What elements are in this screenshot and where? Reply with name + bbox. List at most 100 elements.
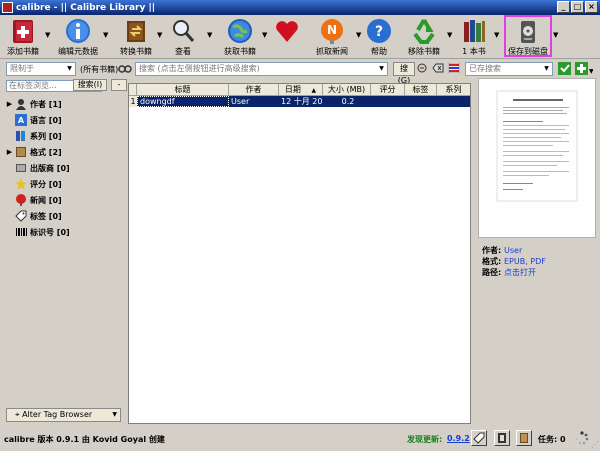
donate-button[interactable]: [272, 15, 302, 59]
remove-books-dropdown-icon[interactable]: ▼: [447, 31, 452, 39]
cell-author[interactable]: User: [229, 96, 279, 107]
save-to-disk-label: 保存到磁盘: [508, 47, 548, 56]
restrict-to-combo[interactable]: 限制于 ▼: [6, 62, 76, 76]
book-list[interactable]: 标题 作者 日期 ▲ 大小 (MB) 评分 标签 系列 1 downgdf Us…: [128, 83, 471, 424]
tag-item-authors[interactable]: ▶ 作者 [1]: [5, 96, 128, 112]
view-label: 查看: [175, 47, 191, 56]
tag-item-tags[interactable]: 标签 [0]: [5, 208, 128, 224]
help-button[interactable]: ? 帮助: [365, 15, 393, 59]
resize-grip-icon[interactable]: ⋰: [591, 440, 599, 449]
spinner-icon: [575, 431, 589, 448]
tag-item-identifiers[interactable]: 标识号 [0]: [5, 224, 128, 240]
details-path-link[interactable]: 点击打开: [504, 268, 536, 277]
globe-icon: [226, 17, 254, 45]
tag-item-label: 系列 [0]: [30, 131, 62, 141]
cell-rating[interactable]: [371, 96, 405, 107]
tag-item-languages[interactable]: A 语言 [0]: [5, 112, 128, 128]
save-search-icon[interactable]: [558, 62, 571, 78]
details-author-link[interactable]: User: [504, 246, 522, 255]
add-books-button[interactable]: 添加书籍: [4, 15, 42, 59]
book-details-toggle-icon[interactable]: [516, 430, 532, 446]
advanced-search-icon[interactable]: [118, 63, 132, 77]
clear-search-icon[interactable]: [432, 63, 444, 76]
tag-browser-find-button[interactable]: 搜索(I): [73, 79, 107, 91]
view-button[interactable]: 查看: [168, 15, 198, 59]
expand-arrow-icon[interactable]: ▶: [5, 148, 14, 156]
tag-item-formats[interactable]: ▶ 格式 [2]: [5, 144, 128, 160]
remove-books-label: 移除书籍: [408, 47, 440, 56]
copy-search-icon[interactable]: [417, 63, 427, 76]
tag-item-series[interactable]: 系列 [0]: [5, 128, 128, 144]
tag-search-placeholder: 在标签浏览...: [9, 81, 57, 90]
column-header-size[interactable]: 大小 (MB): [323, 84, 371, 96]
chevron-down-icon: ▼: [112, 411, 117, 418]
table-row[interactable]: downgdf User 12 十月 2012 0.2: [129, 96, 470, 107]
cell-series[interactable]: [437, 96, 470, 107]
saved-search-combo[interactable]: 已存搜索 ▼: [465, 62, 553, 76]
get-books-button[interactable]: 获取书籍: [221, 15, 259, 59]
column-header-rating[interactable]: 评分: [371, 84, 405, 96]
convert-books-button[interactable]: 转换书籍: [118, 15, 154, 59]
tag-item-label: 新闻 [0]: [30, 195, 62, 205]
chevron-down-icon: ▼: [544, 65, 549, 72]
tag-item-label: 标识号 [0]: [30, 227, 70, 237]
user-icon: [14, 98, 27, 111]
edit-metadata-dropdown-icon[interactable]: ▼: [103, 31, 108, 39]
save-to-disk-button[interactable]: 保存到磁盘: [504, 15, 552, 57]
tag-item-publishers[interactable]: 出版商 [0]: [5, 160, 128, 176]
tag-item-news[interactable]: 新闻 [0]: [5, 192, 128, 208]
save-to-disk-dropdown-icon[interactable]: ▼: [553, 31, 558, 39]
cell-size[interactable]: 0.2: [323, 96, 371, 107]
library-books-icon: [460, 17, 488, 45]
cell-date[interactable]: 12 十月 2012: [279, 96, 323, 107]
saved-search-icon[interactable]: [447, 62, 461, 76]
library-button[interactable]: 1 本书: [456, 15, 492, 59]
svg-text:▼: ▼: [589, 68, 593, 75]
sort-ascending-icon: ▲: [311, 87, 317, 94]
cover-preview[interactable]: [478, 78, 596, 238]
tag-edit-icon[interactable]: [471, 430, 487, 446]
library-dropdown-icon[interactable]: ▼: [494, 31, 499, 39]
maximize-button[interactable]: □: [571, 1, 584, 13]
search-go-button[interactable]: 搜(G): [393, 62, 415, 85]
save-disk-icon: [514, 19, 542, 45]
alter-tag-browser-button[interactable]: ⌖ Alter Tag Browser ▼: [6, 408, 121, 422]
get-books-dropdown-icon[interactable]: ▼: [262, 31, 267, 39]
close-button[interactable]: ×: [585, 1, 598, 13]
edit-metadata-button[interactable]: 编辑元数据: [56, 15, 100, 59]
corner-cell: [129, 84, 137, 96]
cell-tags[interactable]: [405, 96, 437, 107]
tag-icon: ⌖: [15, 410, 23, 419]
column-header-series[interactable]: 系列: [437, 84, 470, 96]
tag-item-label: 标签 [0]: [30, 211, 62, 221]
details-format-link[interactable]: EPUB, PDF: [504, 257, 546, 266]
column-header-tags[interactable]: 标签: [405, 84, 437, 96]
info-icon: [64, 17, 92, 45]
search-input[interactable]: 搜索 (点击左侧按钮进行高级搜索) ▼: [135, 62, 388, 76]
convert-books-dropdown-icon[interactable]: ▼: [157, 31, 162, 39]
chevron-down-icon: ▼: [379, 65, 384, 72]
tag-browser-collapse-button[interactable]: -: [111, 79, 127, 91]
jobs-status[interactable]: 任务: 0: [538, 434, 566, 445]
view-dropdown-icon[interactable]: ▼: [207, 31, 212, 39]
minimize-button[interactable]: _: [557, 1, 570, 13]
tag-item-rating[interactable]: 评分 [0]: [5, 176, 128, 192]
cell-title[interactable]: downgdf: [137, 96, 229, 107]
update-version-link[interactable]: 0.9.2: [447, 434, 470, 443]
document-page-thumbnail: [496, 90, 578, 202]
column-header-date[interactable]: 日期 ▲: [279, 84, 323, 96]
fetch-news-button[interactable]: N 抓取新闻: [312, 15, 352, 59]
expand-arrow-icon[interactable]: ▶: [5, 100, 14, 108]
add-saved-search-icon[interactable]: ▼: [575, 62, 594, 78]
column-header-author[interactable]: 作者: [229, 84, 279, 96]
tag-item-label: 出版商 [0]: [30, 163, 70, 173]
series-icon: [14, 130, 27, 143]
search-bar-row: 限制于 ▼ (所有书籍) 搜索 (点击左侧按钮进行高级搜索) ▼ 搜(G) 已存…: [0, 61, 600, 85]
column-header-title[interactable]: 标题: [137, 84, 229, 96]
star-icon: [14, 178, 27, 191]
search-placeholder: 搜索 (点击左侧按钮进行高级搜索): [139, 64, 260, 73]
remove-books-button[interactable]: 移除书籍: [404, 15, 444, 59]
fetch-news-dropdown-icon[interactable]: ▼: [356, 31, 361, 39]
add-books-dropdown-icon[interactable]: ▼: [45, 31, 50, 39]
cover-grid-icon[interactable]: [494, 430, 510, 446]
